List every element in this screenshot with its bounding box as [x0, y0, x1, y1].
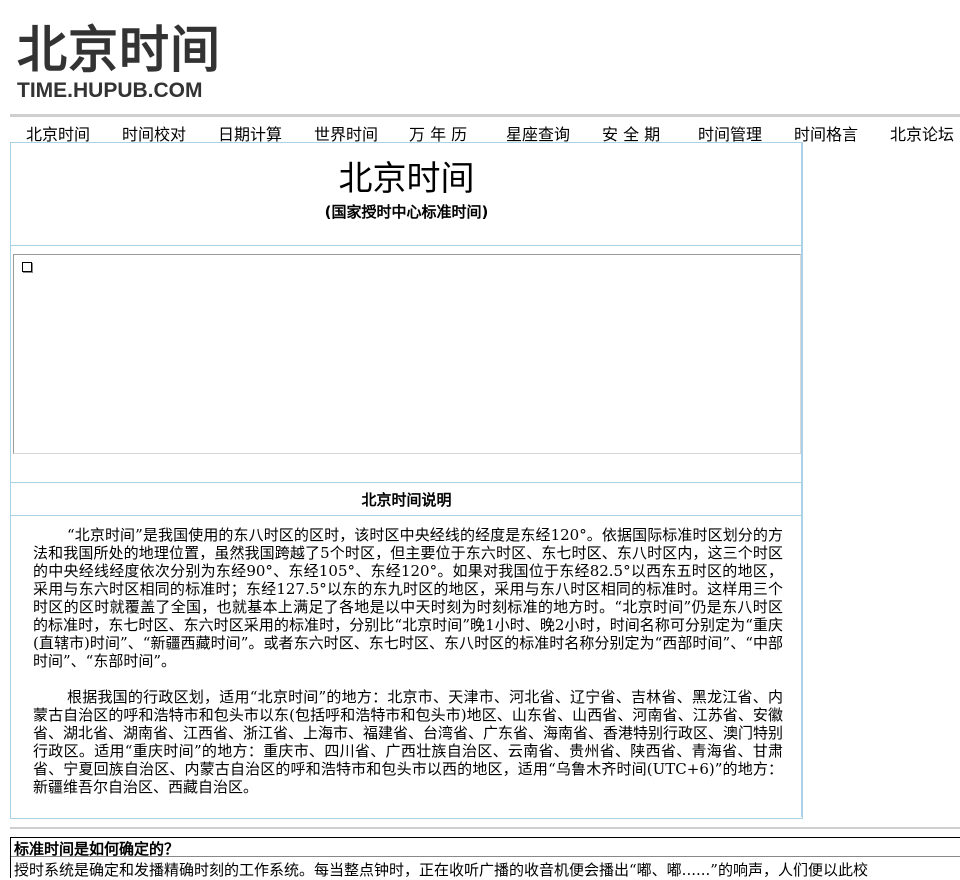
- nav-forum[interactable]: 北京论坛: [890, 121, 954, 145]
- faq-divider: [11, 856, 960, 857]
- explanation-paragraph-1: “北京时间”是我国使用的东八时区的区时，该时区中央经线的经度是东经120°。依据…: [33, 526, 783, 670]
- logo-chinese-text: 北京时间: [17, 21, 221, 79]
- main-content: 北京时间 (国家授时中心标准时间) 北京时间说明 “北京时间”是我国使用的东八时…: [10, 142, 803, 819]
- top-nav: 北京时间 时间校对 日期计算 世界时间 万 年 历 星座查询 安 全 期 时间管…: [10, 118, 960, 145]
- explanation-paragraph-2: 根据我国的行政区划，适用“北京时间”的地方：北京市、天津市、河北省、辽宁省、吉林…: [33, 688, 784, 796]
- page-title: 北京时间: [338, 159, 475, 199]
- nav-time-quotes[interactable]: 时间格言: [794, 121, 858, 145]
- broken-image-icon: [22, 262, 32, 272]
- footer-separator: [10, 827, 960, 829]
- sidebar-border: [801, 142, 802, 817]
- clock-frame[interactable]: [13, 254, 801, 454]
- section-divider-bottom: [11, 515, 802, 516]
- section-title: 北京时间说明: [361, 491, 452, 509]
- site-logo[interactable]: 北京时间 TIME.HUPUB.COM: [17, 22, 232, 104]
- title-divider: [11, 245, 802, 246]
- header-separator: [10, 114, 960, 117]
- section-divider-top: [11, 482, 802, 483]
- page-subtitle: (国家授时中心标准时间): [324, 203, 489, 221]
- faq-box: 标准时间是如何确定的？ 授时系统是确定和发播精确时刻的工作系统。每当整点钟时，正…: [10, 837, 960, 879]
- logo-domain-text: TIME.HUPUB.COM: [17, 79, 203, 102]
- faq-text: 授时系统是确定和发播精确时刻的工作系统。每当整点钟时，正在收听广播的收音机便会播…: [14, 861, 868, 879]
